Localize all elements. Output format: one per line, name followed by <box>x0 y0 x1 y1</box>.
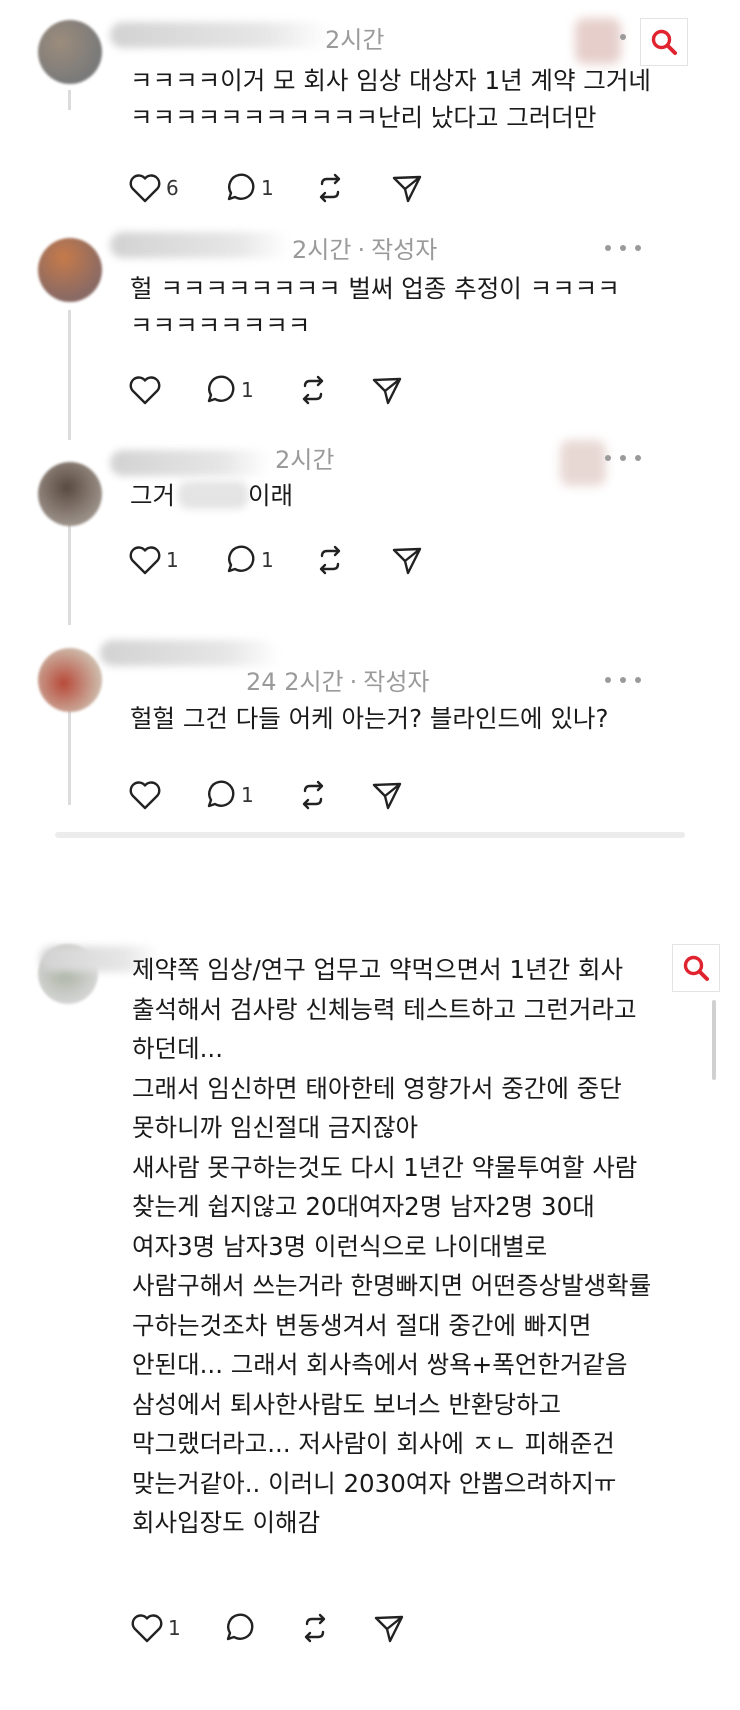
card-bottom-edge <box>55 832 685 838</box>
author-tag: 작성자 <box>371 236 438 264</box>
reply-button[interactable]: 1 <box>223 540 274 580</box>
share-button[interactable] <box>390 540 424 580</box>
username-redacted <box>110 22 330 48</box>
like-button[interactable]: 1 <box>130 1608 181 1648</box>
avatar[interactable] <box>38 648 102 712</box>
share-button[interactable] <box>372 1608 406 1648</box>
repost-icon <box>302 375 324 405</box>
username-redacted <box>110 232 290 258</box>
heart-icon <box>131 1614 163 1643</box>
share-button[interactable] <box>370 775 404 815</box>
heart-icon <box>129 546 161 575</box>
comment-meta: 2시간 · 작성자 <box>292 236 438 264</box>
avatar[interactable] <box>38 20 102 84</box>
search-icon <box>651 29 677 55</box>
post-panel: 제약쪽 임상/연구 업무고 약먹으면서 1년간 회사 출석해서 검사랑 신체능력… <box>0 944 740 1710</box>
heart-icon <box>129 174 161 203</box>
comment-meta: 24 2시간 · 작성자 <box>246 668 430 696</box>
like-button[interactable] <box>128 775 166 815</box>
comment-time: 2시간 <box>325 26 385 54</box>
search-button[interactable] <box>672 944 720 992</box>
more-options-icon[interactable] <box>605 238 641 258</box>
comment-text: 헐헐 그건 다들 어케 아는거? 블라인드에 있나? <box>130 704 609 733</box>
reply-bubble-icon <box>207 375 235 403</box>
comment-actions: 1 <box>128 775 448 815</box>
like-button[interactable] <box>128 370 166 410</box>
like-button[interactable]: 6 <box>128 168 179 208</box>
send-icon <box>392 547 422 575</box>
repost-button[interactable] <box>296 370 330 410</box>
reply-button[interactable]: 1 <box>203 775 254 815</box>
share-button[interactable] <box>370 370 404 410</box>
reply-bubble-icon <box>227 173 255 201</box>
comment-thread-panel: 2시간 ㅋㅋㅋㅋ이거 모 회사 임상 대상자 1년 계약 그거네 ㅋㅋㅋㅋㅋㅋㅋ… <box>0 0 740 840</box>
reply-button[interactable]: 1 <box>203 370 254 410</box>
username-redacted <box>110 450 270 476</box>
comment-actions: 1 1 <box>128 540 448 580</box>
search-button[interactable] <box>640 18 688 66</box>
repost-button[interactable] <box>296 775 330 815</box>
text-redacted <box>178 481 248 509</box>
comment-actions: 1 <box>128 370 448 410</box>
thread-connector <box>68 310 71 440</box>
comment-time: 2시간 <box>275 446 335 474</box>
send-icon <box>372 782 402 810</box>
repost-button[interactable] <box>313 168 347 208</box>
comment-text: ㅋㅋㅋㅋ이거 모 회사 임상 대상자 1년 계약 그거네 ㅋㅋㅋㅋㅋㅋㅋㅋㅋㅋㅋ… <box>130 66 651 132</box>
search-icon <box>683 955 709 981</box>
more-options-icon[interactable] <box>605 670 641 690</box>
send-icon <box>374 1615 404 1643</box>
comment-text: 헐 ㅋㅋㅋㅋㅋㅋㅋㅋ 벌써 업종 추정이 ㅋㅋㅋㅋ ㅋㅋㅋㅋㅋㅋㅋㅋ <box>130 274 620 340</box>
share-button[interactable] <box>390 168 424 208</box>
like-count: 1 <box>168 1616 181 1640</box>
reply-count: 1 <box>261 548 274 572</box>
post-text: 제약쪽 임상/연구 업무고 약먹으면서 1년간 회사 출석해서 검사랑 신체능력… <box>132 955 652 1537</box>
avatar[interactable] <box>38 462 102 526</box>
reply-button[interactable] <box>222 1608 260 1648</box>
username-suffix: 24 <box>246 668 277 696</box>
comment-meta: 2시간 <box>275 440 334 475</box>
repost-icon <box>319 173 341 203</box>
reply-count: 1 <box>241 378 254 402</box>
thread-connector <box>68 90 71 110</box>
heart-icon <box>129 376 161 405</box>
avatar[interactable] <box>38 238 102 302</box>
heart-icon <box>129 781 161 810</box>
thread-connector <box>68 515 71 625</box>
screenshot-collage: 2시간 ㅋㅋㅋㅋ이거 모 회사 임상 대상자 1년 계약 그거네 ㅋㅋㅋㅋㅋㅋㅋ… <box>0 0 740 1710</box>
comment-meta: 2시간 <box>325 20 384 55</box>
reply-bubble-icon <box>207 780 235 808</box>
more-options-icon[interactable] <box>605 448 641 468</box>
redacted-badge <box>560 440 606 486</box>
reply-count: 1 <box>241 783 254 807</box>
redacted-badge <box>575 18 621 64</box>
post-actions: 1 <box>130 1608 450 1648</box>
author-tag: 작성자 <box>363 668 430 696</box>
comment-time: 2시간 <box>284 668 344 696</box>
repost-button[interactable] <box>313 540 347 580</box>
like-count: 1 <box>166 548 179 572</box>
comment-time: 2시간 <box>292 236 352 264</box>
reply-button[interactable]: 1 <box>223 168 274 208</box>
repost-icon <box>304 1613 326 1643</box>
reply-bubble-icon <box>226 1613 254 1641</box>
scrollbar-thumb[interactable] <box>712 1000 716 1080</box>
like-count: 6 <box>166 176 179 200</box>
repost-icon <box>302 780 324 810</box>
repost-icon <box>319 545 341 575</box>
reply-count: 1 <box>261 176 274 200</box>
repost-button[interactable] <box>298 1608 332 1648</box>
comment-actions: 6 1 <box>128 168 448 208</box>
like-button[interactable]: 1 <box>128 540 179 580</box>
reply-bubble-icon <box>227 545 255 573</box>
more-options-icon[interactable] <box>620 27 634 47</box>
send-icon <box>372 377 402 405</box>
comment-text: 그거 이래 <box>130 481 294 510</box>
send-icon <box>392 175 422 203</box>
